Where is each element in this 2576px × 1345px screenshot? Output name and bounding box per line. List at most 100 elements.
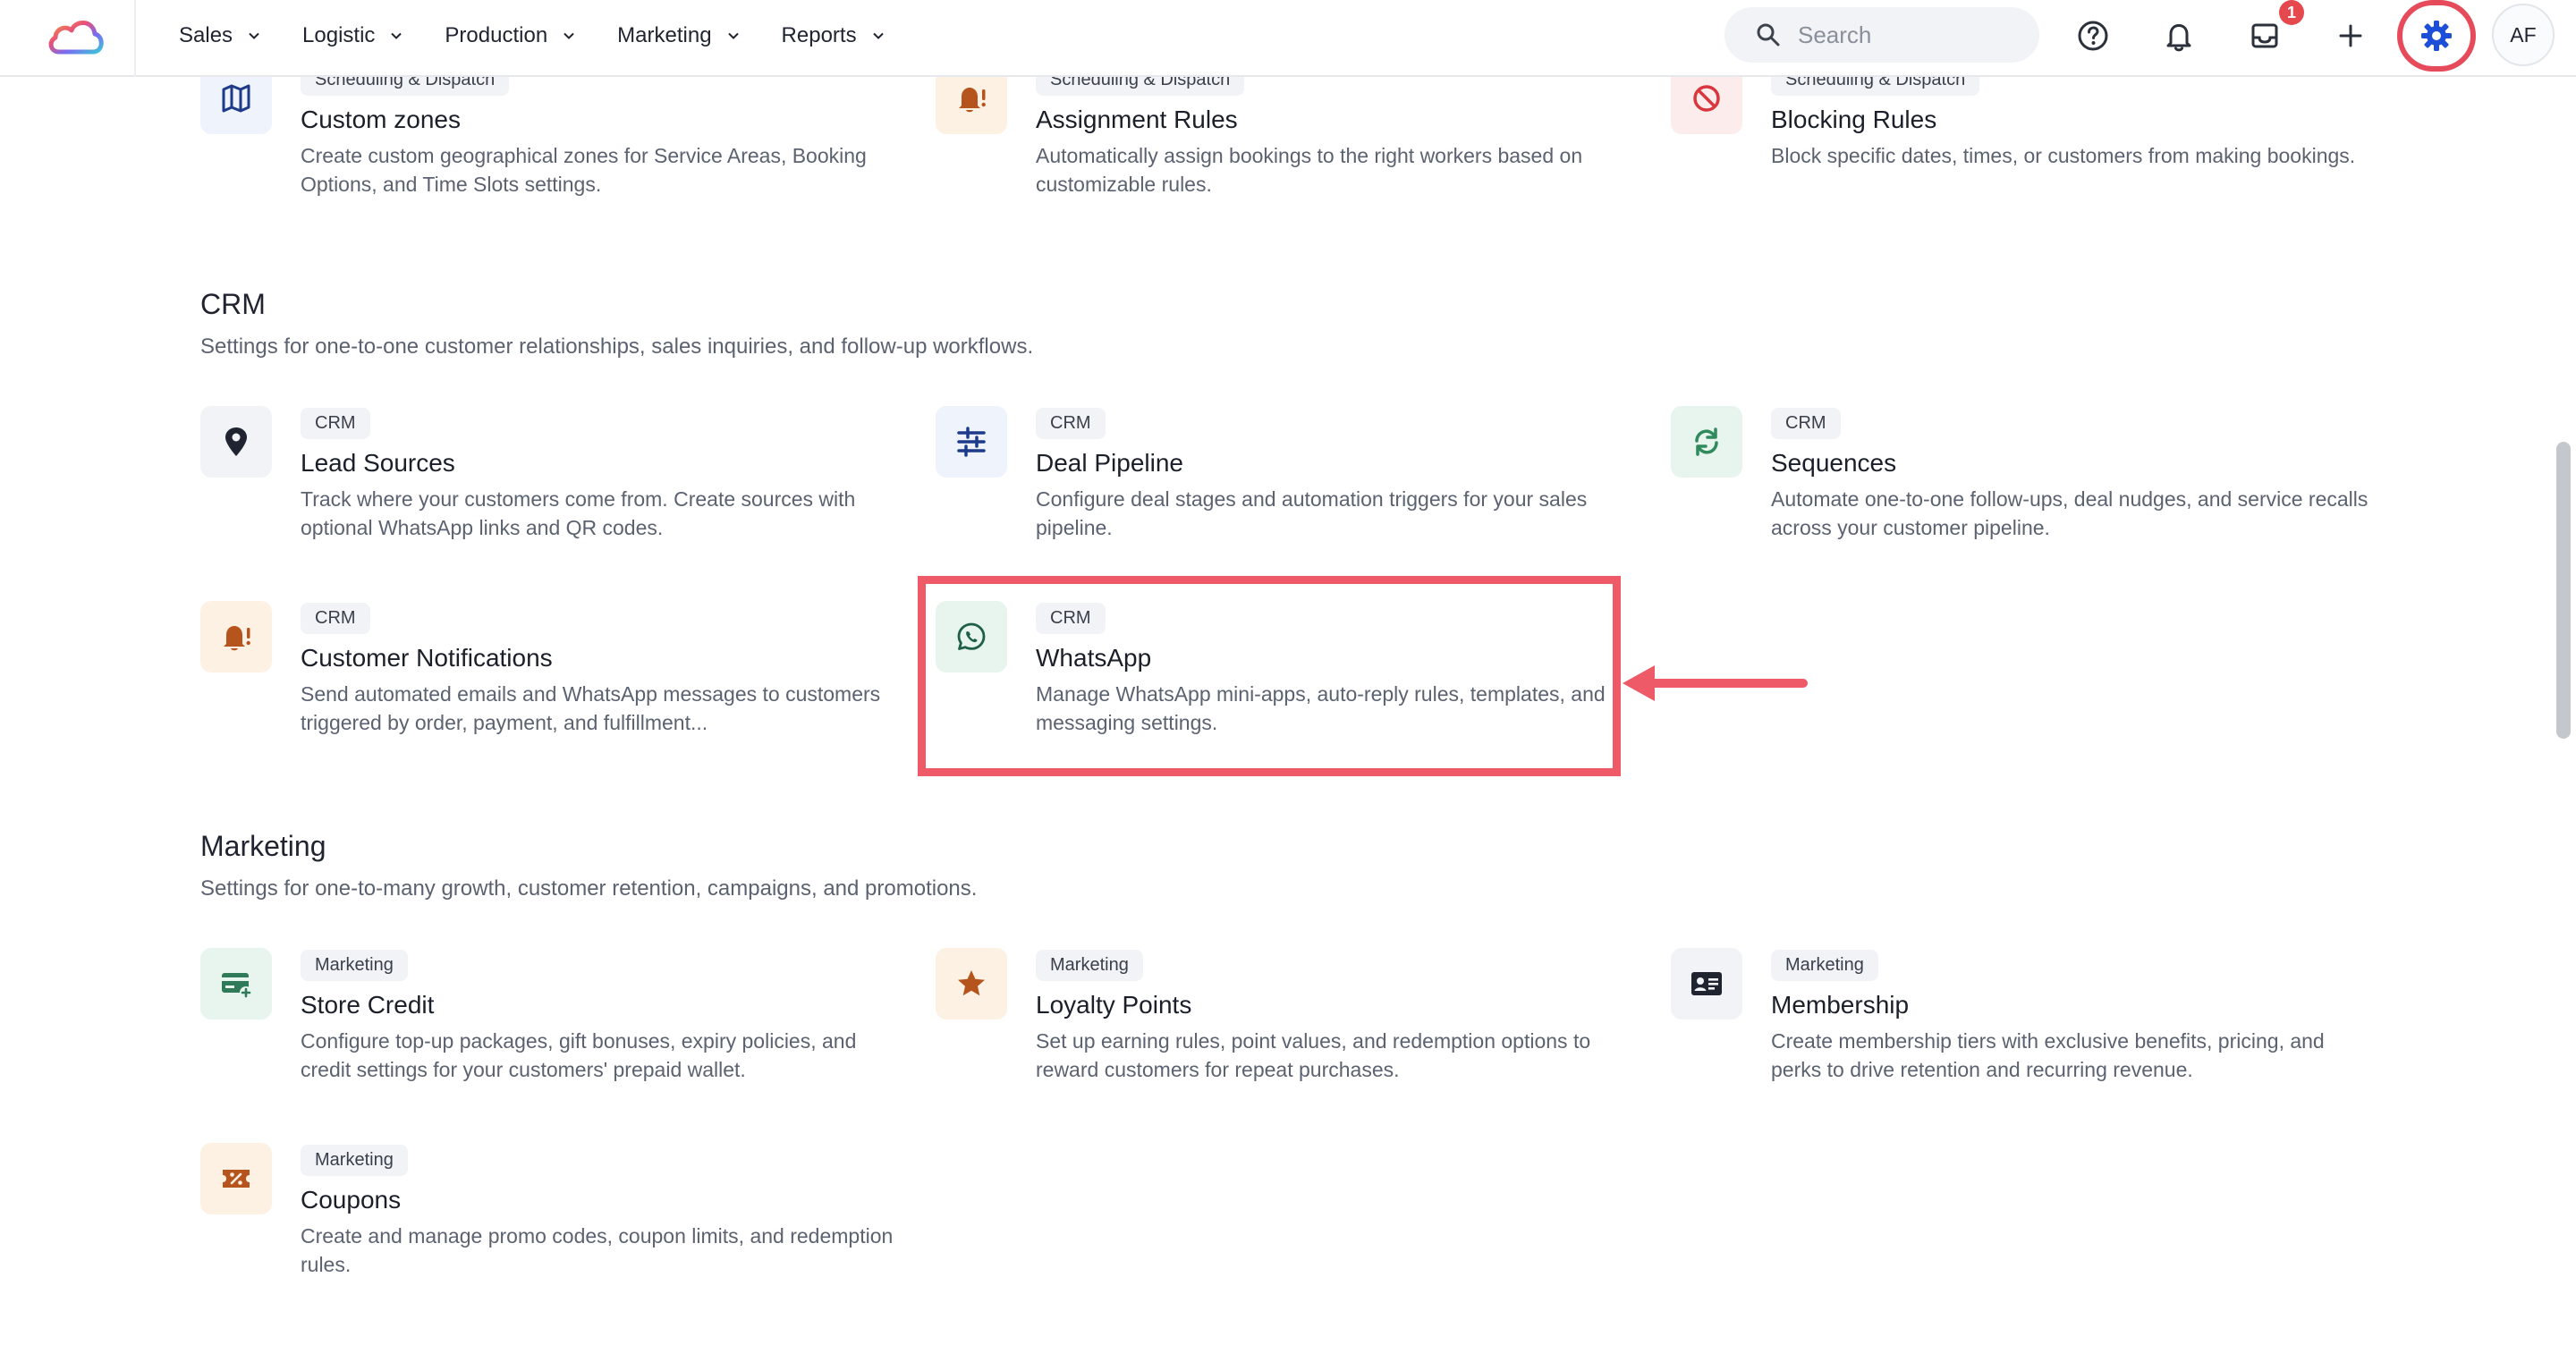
chevron-down-icon — [391, 32, 402, 39]
card-tag: CRM — [301, 408, 370, 439]
chevron-down-icon — [727, 32, 739, 39]
app-logo-icon[interactable] — [45, 11, 107, 64]
card-sequences[interactable]: CRM Sequences Automate one-to-one follow… — [1671, 406, 2368, 558]
card-assignment-rules[interactable]: Scheduling & Dispatch Assignment Rules A… — [936, 77, 1633, 215]
card-desc: Configure deal stages and automation tri… — [1036, 487, 1588, 539]
bell-icon — [2166, 24, 2191, 52]
chevron-down-icon — [872, 32, 884, 39]
card-coupons[interactable]: Marketing Coupons Create and manage prom… — [200, 1143, 898, 1295]
card-desc: Create and manage promo codes, coupon li… — [301, 1224, 894, 1276]
nav-sales[interactable]: Sales — [179, 23, 261, 48]
card-desc: Configure top-up packages, gift bonuses,… — [301, 1029, 857, 1081]
nav-logistic[interactable]: Logistic — [302, 23, 403, 48]
help-circle-icon — [2078, 21, 2108, 51]
card-title: Customer Notifications — [301, 644, 553, 672]
card-loyalty-points[interactable]: Marketing Loyalty Points Set up earning … — [936, 948, 1633, 1100]
nav-logistic-label: Logistic — [302, 23, 376, 47]
nav-reports[interactable]: Reports — [782, 23, 886, 48]
nav-reports-label: Reports — [781, 23, 857, 47]
plus-icon — [2339, 24, 2362, 47]
nav-marketing[interactable]: Marketing — [617, 23, 740, 48]
card-tag: CRM — [301, 603, 370, 634]
card-customer-notifications[interactable]: CRM Customer Notifications Send automate… — [200, 601, 898, 753]
top-bar: Sales Logistic Production Marketing Repo… — [0, 0, 2576, 77]
bell-alert-icon — [224, 626, 250, 651]
add-button[interactable] — [2331, 16, 2370, 55]
chevron-down-icon — [564, 32, 574, 39]
nav-production-label: Production — [445, 23, 548, 47]
card-desc: Send automated emails and WhatsApp messa… — [301, 682, 881, 734]
search-box[interactable] — [1724, 7, 2039, 63]
help-button[interactable] — [2073, 16, 2113, 55]
card-tag: Marketing — [301, 950, 408, 981]
card-membership[interactable]: Marketing Membership Create membership t… — [1671, 948, 2368, 1100]
card-title: Sequences — [1771, 449, 1897, 477]
star-icon — [958, 970, 985, 996]
chevron-down-icon — [249, 32, 259, 39]
card-tag: Marketing — [1771, 950, 1878, 981]
search-input[interactable] — [1798, 21, 2021, 49]
card-tag: Scheduling & Dispatch — [301, 77, 510, 96]
nav-production[interactable]: Production — [445, 23, 576, 48]
card-plus-icon — [222, 973, 252, 999]
card-icon-wrap — [1671, 406, 1742, 478]
card-tag: Scheduling & Dispatch — [1036, 77, 1245, 96]
inbox-icon — [2251, 23, 2278, 48]
card-icon-wrap — [1671, 948, 1742, 1019]
bell-alert-icon — [959, 88, 986, 113]
block-icon — [1693, 85, 1720, 112]
card-tag: Scheduling & Dispatch — [1771, 77, 1980, 96]
card-tag: Marketing — [301, 1145, 408, 1176]
card-title: Coupons — [301, 1186, 402, 1214]
refresh-icon — [1695, 427, 1718, 456]
card-title: Assignment Rules — [1036, 106, 1238, 133]
card-icon-wrap — [1671, 77, 1742, 134]
card-icon-wrap — [200, 1143, 272, 1214]
id-card-icon — [1691, 972, 1722, 995]
user-avatar[interactable]: AF — [2492, 4, 2555, 66]
card-blocking-rules[interactable]: Scheduling & Dispatch Blocking Rules Blo… — [1671, 77, 2368, 215]
card-desc: Track where your customers come from. Cr… — [301, 487, 856, 539]
card-icon-wrap — [936, 406, 1007, 478]
scrollbar-thumb[interactable] — [2556, 442, 2571, 739]
map-icon — [222, 84, 250, 113]
card-desc: Create membership tiers with exclusive b… — [1771, 1029, 2325, 1081]
marketing-section-title: Marketing — [200, 830, 326, 862]
card-icon-wrap — [200, 948, 272, 1019]
nav-marketing-label: Marketing — [617, 23, 712, 47]
card-icon-wrap — [200, 406, 272, 478]
card-icon-wrap — [200, 77, 272, 134]
card-custom-zones[interactable]: Scheduling & Dispatch Custom zones Creat… — [200, 77, 898, 215]
location-pin-icon — [225, 427, 247, 456]
card-lead-sources[interactable]: CRM Lead Sources Track where your custom… — [200, 406, 898, 558]
main-nav: Sales Logistic Production Marketing Repo… — [179, 0, 927, 72]
card-tag: CRM — [1771, 408, 1841, 439]
card-tag: CRM — [1036, 408, 1106, 439]
settings-content: Scheduling & Dispatch Custom zones Creat… — [0, 77, 2576, 1345]
settings-button[interactable] — [2397, 0, 2476, 72]
pipeline-icon — [957, 427, 986, 457]
gear-icon — [2421, 21, 2452, 51]
card-title: Membership — [1771, 991, 1910, 1019]
card-icon-wrap — [936, 77, 1007, 134]
card-desc: Automate one-to-one follow-ups, deal nud… — [1771, 487, 2368, 539]
crm-section-title: CRM — [200, 288, 266, 320]
card-title: Custom zones — [301, 106, 461, 133]
arrow-left-icon — [1623, 665, 1808, 701]
inbox-button[interactable] — [2245, 16, 2284, 55]
card-desc: Automatically assign bookings to the rig… — [1036, 144, 1583, 196]
card-title: Blocking Rules — [1771, 106, 1937, 133]
search-icon — [1757, 23, 1780, 47]
card-deal-pipeline[interactable]: CRM Deal Pipeline Configure deal stages … — [936, 406, 1633, 558]
inbox-badge: 1 — [2279, 0, 2304, 25]
notifications-button[interactable] — [2159, 16, 2199, 55]
card-desc: Create custom geographical zones for Ser… — [301, 144, 867, 196]
card-store-credit[interactable]: Marketing Store Credit Configure top-up … — [200, 948, 898, 1100]
marketing-section-desc: Settings for one-to-many growth, custome… — [200, 876, 978, 901]
logo-divider — [134, 0, 136, 77]
card-icon-wrap — [936, 948, 1007, 1019]
card-icon-wrap — [200, 601, 272, 672]
card-desc: Block specific dates, times, or customer… — [1771, 144, 2356, 167]
card-title: Deal Pipeline — [1036, 449, 1183, 477]
card-title: Store Credit — [301, 991, 435, 1019]
